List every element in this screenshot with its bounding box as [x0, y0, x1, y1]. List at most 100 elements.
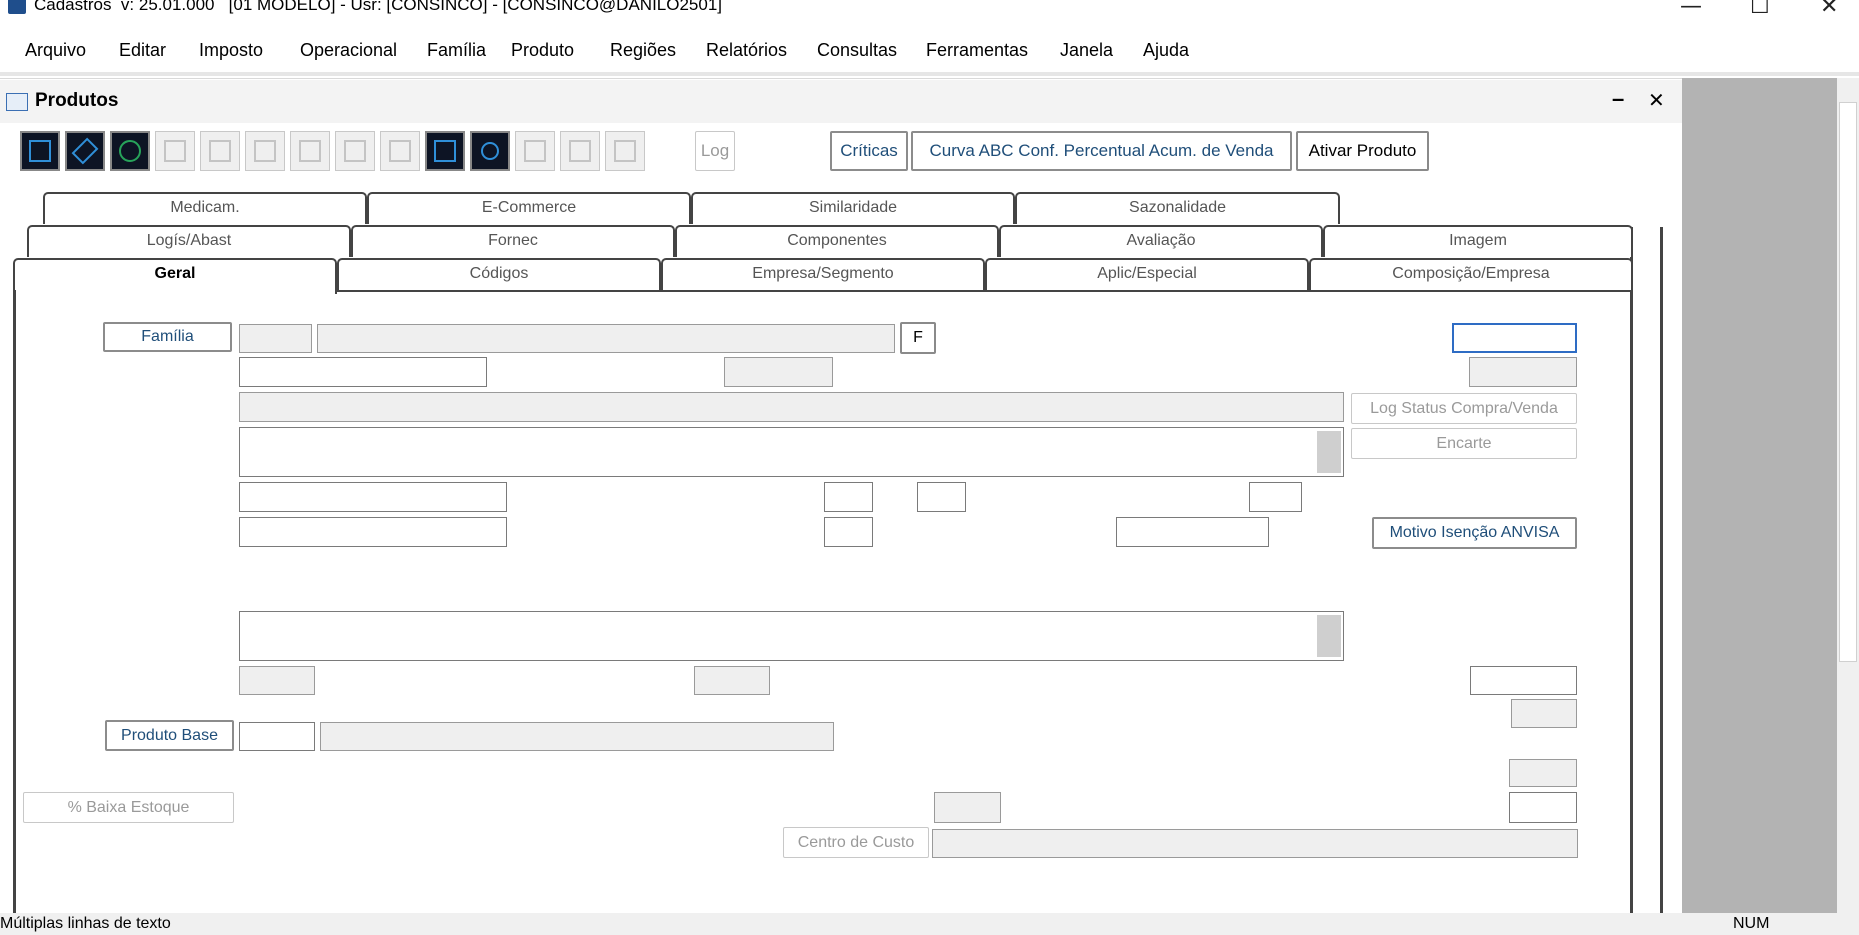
multiline-scrollbar-2[interactable]: [1317, 615, 1341, 657]
tab-sazonalidade[interactable]: Sazonalidade: [1015, 192, 1340, 224]
multiline-scrollbar-1[interactable]: [1317, 431, 1341, 473]
description-field[interactable]: [239, 392, 1344, 422]
new-button[interactable]: [110, 131, 150, 171]
product-field-8[interactable]: [239, 517, 507, 547]
produto-base-code-field[interactable]: [239, 722, 315, 751]
previous-record-button[interactable]: [290, 131, 330, 171]
product-field-5[interactable]: [824, 482, 873, 512]
delete-button[interactable]: [200, 131, 240, 171]
curva-abc-button[interactable]: Curva ABC Conf. Percentual Acum. de Vend…: [911, 131, 1292, 171]
ativar-produto-button[interactable]: Ativar Produto: [1296, 131, 1429, 171]
tab-avaliacao[interactable]: Avaliação: [999, 225, 1323, 257]
menu-consultas[interactable]: Consultas: [817, 40, 897, 61]
familia-button[interactable]: Família: [103, 322, 232, 352]
scrollbar-thumb[interactable]: [1839, 102, 1857, 662]
close-button[interactable]: ✕: [1820, 0, 1838, 19]
menu-regioes[interactable]: Regiões: [610, 40, 676, 61]
menu-imposto[interactable]: Imposto: [199, 40, 263, 61]
centro-de-custo-field[interactable]: [932, 829, 1578, 858]
menu-janela[interactable]: Janela: [1060, 40, 1113, 61]
insert-row-icon: [524, 140, 546, 162]
exit-button[interactable]: [20, 131, 60, 171]
product-field-14[interactable]: [1511, 699, 1577, 728]
product-field-16[interactable]: [934, 792, 1001, 823]
form-icon: [6, 93, 28, 111]
add-icon: [119, 140, 141, 162]
child-minimize-button[interactable]: –: [1612, 86, 1624, 112]
menu-produto[interactable]: Produto: [511, 40, 574, 61]
menu-familia[interactable]: Família: [427, 40, 486, 61]
produtos-title: Produtos: [35, 90, 119, 111]
grid-button[interactable]: [425, 131, 465, 171]
motivo-isencao-anvisa-button[interactable]: Motivo Isenção ANVISA: [1372, 517, 1577, 549]
last-icon: [389, 140, 411, 162]
insert-row-button[interactable]: [515, 131, 555, 171]
status-bar: Múltiplas linhas de texto NUM: [0, 913, 1859, 935]
menu-operacional[interactable]: Operacional: [300, 40, 397, 61]
tab-codigos[interactable]: Códigos: [337, 258, 661, 290]
menu-relatorios[interactable]: Relatórios: [706, 40, 787, 61]
tab-page-left-border: [13, 290, 16, 913]
menu-ajuda[interactable]: Ajuda: [1143, 40, 1189, 61]
baixa-estoque-button[interactable]: % Baixa Estoque: [23, 792, 234, 823]
maximize-button[interactable]: ☐: [1750, 0, 1770, 19]
log-button[interactable]: Log: [695, 131, 735, 171]
tab-fornec[interactable]: Fornec: [351, 225, 675, 257]
multiline-text-1[interactable]: [239, 427, 1344, 477]
multiline-text-2[interactable]: [239, 611, 1344, 661]
first-record-button[interactable]: [245, 131, 285, 171]
product-field-15[interactable]: [1509, 759, 1577, 787]
encarte-button[interactable]: Encarte: [1351, 428, 1577, 459]
minimize-button[interactable]: —: [1680, 0, 1702, 19]
table-button[interactable]: [605, 131, 645, 171]
clear-button[interactable]: [65, 131, 105, 171]
save-button[interactable]: [155, 131, 195, 171]
tab-aplic-especial[interactable]: Aplic/Especial: [985, 258, 1309, 290]
product-field-7[interactable]: [1249, 482, 1302, 512]
product-field-13[interactable]: [1470, 666, 1577, 695]
tab-empresa-segmento[interactable]: Empresa/Segmento: [661, 258, 985, 290]
menu-editar[interactable]: Editar: [119, 40, 166, 61]
status-num: NUM: [1733, 915, 1770, 932]
product-field-17[interactable]: [1509, 792, 1577, 823]
focused-field[interactable]: [1452, 323, 1577, 353]
produto-base-description-field[interactable]: [320, 722, 834, 751]
product-field-3[interactable]: [1469, 357, 1577, 387]
product-field-1[interactable]: [239, 357, 487, 387]
tab-imagem[interactable]: Imagem: [1323, 225, 1633, 257]
product-field-12[interactable]: [694, 666, 770, 695]
familia-code-field[interactable]: [239, 324, 312, 353]
tab-geral[interactable]: Geral: [13, 258, 337, 294]
product-field-10[interactable]: [1116, 517, 1269, 547]
remove-row-button[interactable]: [560, 131, 600, 171]
log-status-button[interactable]: Log Status Compra/Venda: [1351, 393, 1577, 424]
status-text: Múltiplas linhas de texto: [0, 915, 171, 932]
next-record-button[interactable]: [335, 131, 375, 171]
search-button[interactable]: [470, 131, 510, 171]
vertical-scrollbar[interactable]: [1837, 78, 1859, 913]
tab-similaridade[interactable]: Similaridade: [691, 192, 1015, 224]
centro-de-custo-button[interactable]: Centro de Custo: [783, 827, 929, 858]
familia-description-field[interactable]: [317, 324, 895, 353]
grid-icon: [434, 140, 456, 162]
product-field-2[interactable]: [724, 357, 833, 387]
f-button[interactable]: F: [900, 322, 936, 354]
tab-ecommerce[interactable]: E-Commerce: [367, 192, 691, 224]
tab-medicam[interactable]: Medicam.: [43, 192, 367, 224]
child-close-button[interactable]: ✕: [1648, 88, 1665, 113]
last-record-button[interactable]: [380, 131, 420, 171]
criticas-button[interactable]: Críticas: [830, 131, 908, 171]
menu-bar: Arquivo Editar Imposto Operacional Famíl…: [0, 36, 1859, 66]
product-field-4[interactable]: [239, 482, 507, 512]
menu-ferramentas[interactable]: Ferramentas: [926, 40, 1028, 61]
product-field-9[interactable]: [824, 517, 873, 547]
save-icon: [164, 140, 186, 162]
menu-arquivo[interactable]: Arquivo: [25, 40, 86, 61]
tab-componentes[interactable]: Componentes: [675, 225, 999, 257]
tab-composicao-empresa[interactable]: Composição/Empresa: [1309, 258, 1633, 290]
produto-base-button[interactable]: Produto Base: [105, 720, 234, 751]
product-field-6[interactable]: [917, 482, 966, 512]
tab-logis-abast[interactable]: Logís/Abast: [27, 225, 351, 257]
product-field-11[interactable]: [239, 666, 315, 695]
table-icon: [614, 140, 636, 162]
